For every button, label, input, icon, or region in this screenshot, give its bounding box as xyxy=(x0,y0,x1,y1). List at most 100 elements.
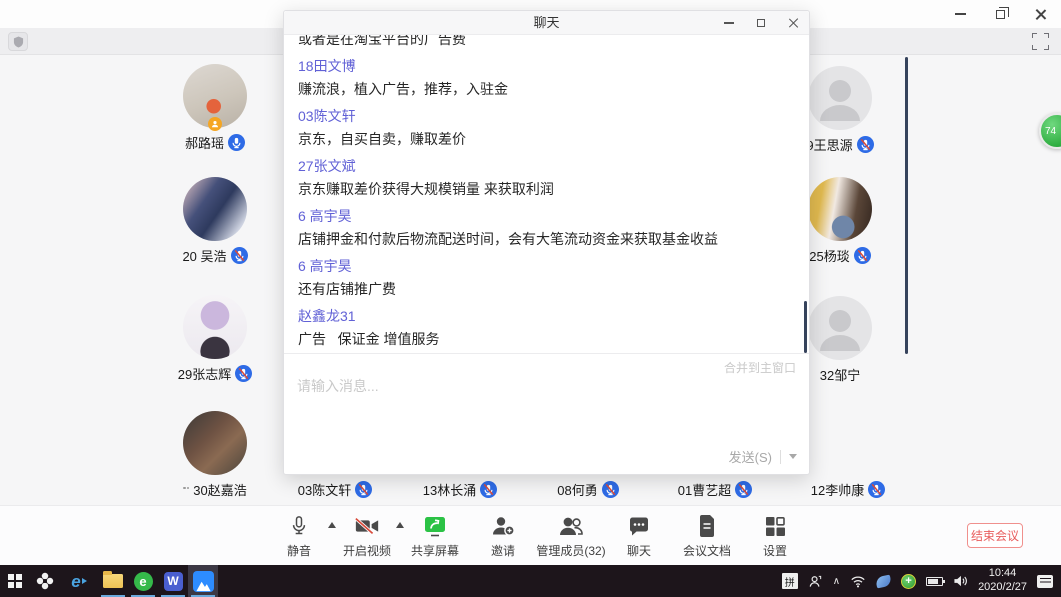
message-text: 店铺押金和付款后物流配送时间，会有大笔流动资金来获取基金收益 xyxy=(298,229,795,249)
chat-message-list[interactable]: 或者是在淘宝平台的广告费 18田文博 赚流浪，植入广告，推荐，入驻金 03陈文轩… xyxy=(284,35,809,353)
start-video-button[interactable]: 开启视频 xyxy=(333,513,401,559)
meeting-docs-button[interactable]: 会议文档 xyxy=(673,513,741,559)
battery-icon[interactable] xyxy=(926,577,943,586)
chat-message: 27张文斌 京东赚取差价获得大规模销量 来获取利润 xyxy=(298,156,795,199)
invite-button[interactable]: 邀请 xyxy=(469,513,537,559)
host-badge-icon xyxy=(208,117,222,131)
message-sender: 03陈文轩 xyxy=(298,106,795,126)
taskbar-item-meeting[interactable] xyxy=(188,565,218,597)
settings-grid-icon xyxy=(765,513,786,539)
grid-scrollbar[interactable] xyxy=(905,57,908,354)
message-text: 广告 保证金 增值服务 xyxy=(298,329,795,349)
message-sender: 6 高宇昊 xyxy=(298,256,795,276)
mic-muted-icon xyxy=(235,365,252,382)
speed-ball-value: 74 xyxy=(1045,126,1056,137)
message-sender: 27张文斌 xyxy=(298,156,795,176)
chat-close-icon[interactable] xyxy=(783,14,803,32)
default-avatar-icon xyxy=(808,66,872,130)
mic-muted-icon xyxy=(355,481,372,498)
participant-tile: 01曹艺超 xyxy=(655,480,775,499)
end-meeting-button[interactable]: 结束会议 xyxy=(967,523,1023,548)
ie-jumplist-arrow-icon[interactable] xyxy=(82,578,87,584)
message-sender: 18田文博 xyxy=(298,56,795,76)
mic-icon xyxy=(289,513,309,539)
chat-minimize-icon[interactable] xyxy=(719,14,739,32)
taskbar-clock[interactable]: 10:44 2020/2/27 xyxy=(978,567,1027,595)
pinwheel-icon xyxy=(36,572,54,590)
restore-icon[interactable] xyxy=(987,3,1013,25)
participant-name: 9王思源 xyxy=(806,135,852,154)
close-icon[interactable] xyxy=(1027,3,1053,25)
mic-muted-icon xyxy=(868,481,885,498)
folder-icon xyxy=(103,574,123,588)
meeting-app-icon xyxy=(193,571,214,592)
minimize-icon[interactable] xyxy=(947,3,973,25)
chat-button[interactable]: 聊天 xyxy=(605,513,673,559)
invite-label: 邀请 xyxy=(491,542,515,559)
participant-tile: 20 吴浩 xyxy=(155,177,275,265)
settings-label: 设置 xyxy=(763,542,787,559)
send-options-chevron-icon[interactable] xyxy=(789,454,797,459)
desktop-screen: 郝路瑶 20 吴浩 29张志辉 30赵嘉浩 xyxy=(0,0,1061,597)
mute-button[interactable]: 静音 xyxy=(265,513,333,559)
participant-name: 郝路瑶 xyxy=(185,133,224,152)
tray-app-icon[interactable] xyxy=(875,574,892,588)
tray-expand-chevron-icon[interactable]: ∧ xyxy=(833,576,840,587)
taskbar-item-wps[interactable]: W xyxy=(158,565,188,597)
ime-indicator[interactable]: 拼 xyxy=(782,573,798,589)
avatar xyxy=(183,177,247,241)
action-center-icon[interactable] xyxy=(1037,575,1053,588)
message-text: 赚流浪，植入广告，推荐，入驻金 xyxy=(298,79,795,99)
taskbar-item-360-browser[interactable]: e xyxy=(128,565,158,597)
clock-time: 10:44 xyxy=(978,567,1027,581)
small-indicator xyxy=(183,487,189,493)
participant-name: 20 吴浩 xyxy=(182,246,226,265)
taskbar-item-explorer[interactable] xyxy=(98,565,128,597)
people-icon[interactable] xyxy=(808,574,823,589)
green-browser-icon: e xyxy=(134,572,153,591)
avatar xyxy=(808,296,872,360)
avatar xyxy=(183,295,247,359)
meeting-security-button[interactable] xyxy=(8,32,28,51)
participant-tile: 29张志辉 xyxy=(155,295,275,383)
chat-input-area: 合并到主窗口 发送(S) xyxy=(284,353,809,474)
manage-members-button[interactable]: 管理成员(32) xyxy=(537,513,605,559)
meeting-toolbar: 静音 开启视频 共享屏幕 邀请 xyxy=(0,505,1061,565)
participant-name: 08何勇 xyxy=(557,480,597,499)
send-button[interactable]: 发送(S) xyxy=(729,447,772,466)
mic-muted-icon xyxy=(231,247,248,264)
participant-name: 13林长涌 xyxy=(423,480,476,499)
wifi-icon[interactable] xyxy=(850,575,866,588)
taskbar-item-ie[interactable]: e xyxy=(60,565,98,597)
merge-to-main-link[interactable]: 合并到主窗口 xyxy=(724,359,796,376)
avatar xyxy=(183,411,247,475)
volume-icon[interactable] xyxy=(953,574,968,588)
ie-icon: e xyxy=(71,573,80,590)
message-text: 或者是在淘宝平台的广告费 xyxy=(298,35,795,49)
participant-tile: 08何勇 xyxy=(528,480,648,499)
chat-scrollbar[interactable] xyxy=(804,301,807,353)
chat-message: 6 高宇昊 还有店铺推广费 xyxy=(298,256,795,299)
participant-tile: 30赵嘉浩 xyxy=(155,411,275,499)
clock-date: 2020/2/27 xyxy=(978,581,1027,595)
tray-safe-icon[interactable]: + xyxy=(901,574,916,589)
chat-message-input[interactable] xyxy=(297,376,795,438)
chat-bubble-icon xyxy=(628,513,650,539)
fullscreen-icon[interactable] xyxy=(1032,33,1049,50)
avatar xyxy=(808,177,872,241)
mic-muted-icon xyxy=(857,136,874,153)
message-text: 京东赚取差价获得大规模销量 来获取利润 xyxy=(298,179,795,199)
chat-titlebar[interactable]: 聊天 xyxy=(284,11,809,35)
mic-muted-icon xyxy=(480,481,497,498)
participant-tile: 郝路瑶 xyxy=(155,64,275,152)
start-button[interactable] xyxy=(0,565,30,597)
chat-maximize-icon[interactable] xyxy=(751,14,771,32)
settings-button[interactable]: 设置 xyxy=(741,513,809,559)
participant-tile: 03陈文轩 xyxy=(275,480,395,499)
participant-name: 29张志辉 xyxy=(178,364,231,383)
avatar xyxy=(183,64,247,128)
taskbar-item-360[interactable] xyxy=(30,565,60,597)
taskbar: e e W 拼 ∧ + xyxy=(0,565,1061,597)
message-text: 京东，自买自卖，赚取差价 xyxy=(298,129,795,149)
share-screen-button[interactable]: 共享屏幕 xyxy=(401,513,469,559)
